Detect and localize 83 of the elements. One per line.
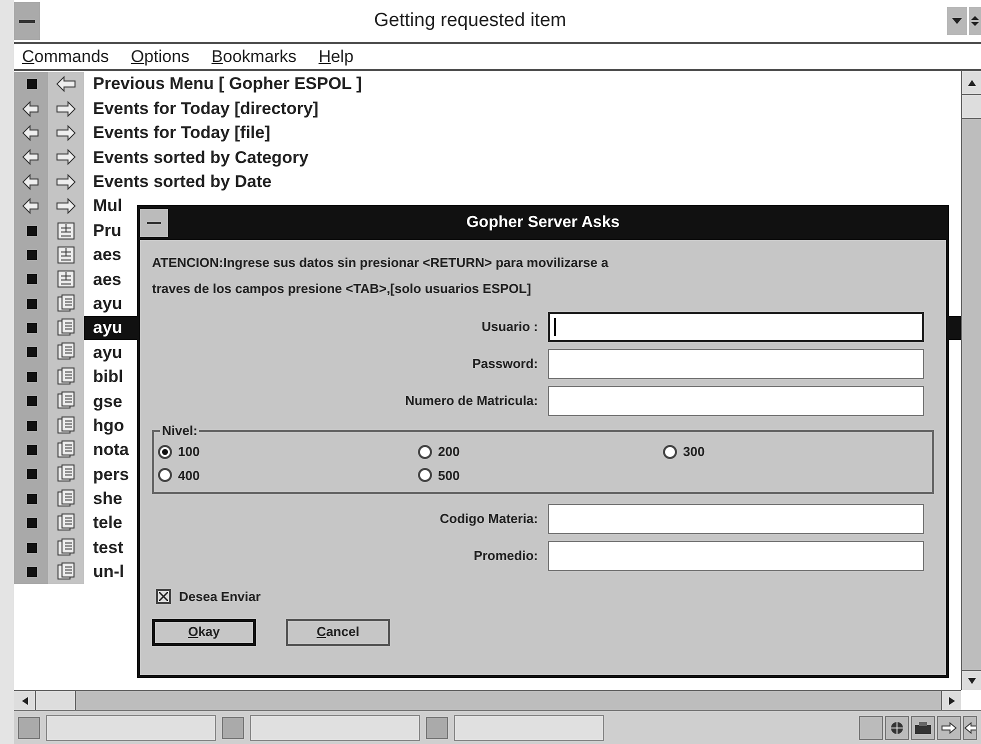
radio-label: 100: [178, 443, 200, 461]
documents-icon: [55, 318, 77, 338]
menu-list-item[interactable]: Events for Today [file]: [84, 120, 961, 146]
control-menu-icon[interactable]: [140, 209, 168, 237]
right-triangle-icon: [948, 696, 954, 704]
input-field[interactable]: [548, 312, 924, 342]
radio-label: 400: [178, 466, 200, 484]
field-label: Password:: [471, 355, 539, 374]
scroll-down-button[interactable]: [962, 670, 981, 690]
documents-icon: [55, 342, 77, 362]
window-title: Getting requested item: [374, 8, 566, 33]
vertical-scrollbar[interactable]: [961, 71, 981, 690]
dialog-button[interactable]: Cancel: [286, 618, 390, 646]
input-field[interactable]: [548, 541, 924, 571]
documents-icon: [55, 366, 77, 387]
document-icon: [55, 220, 77, 241]
scroll-thumb[interactable]: [36, 691, 76, 710]
scroll-up-button[interactable]: [962, 71, 981, 95]
scroll-right-button[interactable]: [941, 691, 961, 710]
field-label: Numero de Matricula:: [404, 392, 539, 410]
left-triangle-icon: [22, 696, 28, 704]
control-menu-icon[interactable]: [14, 2, 40, 40]
field-label: Promedio:: [472, 547, 539, 566]
input-field[interactable]: [548, 386, 924, 416]
right-arrow-icon: [55, 196, 77, 216]
documents-icon: [55, 513, 77, 534]
radio-button[interactable]: [418, 444, 432, 459]
menu-item[interactable]: Bookmarks: [212, 44, 297, 70]
right-arrow-icon: [55, 172, 77, 192]
up-triangle-icon: [968, 80, 976, 86]
checkbox-label: Desea Enviar: [179, 588, 261, 606]
right-arrow-icon: [55, 122, 77, 143]
menu-list-item[interactable]: Events sorted by Category: [84, 145, 961, 170]
right-arrow-icon: [55, 98, 77, 119]
horizontal-scrollbar[interactable]: [14, 690, 961, 710]
status-icon: [222, 716, 244, 738]
documents-icon: [55, 464, 77, 484]
instruction-text: ATENCION:Ingrese sus datos sin presionar <RETURN> para movilizarse a traves de los campos presione <TAB>,[solo usuarios ESPOL]: [152, 254, 610, 298]
left-arrow-icon: [21, 98, 41, 119]
menu-list-item[interactable]: Events for Today [directory]: [84, 96, 961, 121]
radio-button[interactable]: [418, 468, 432, 482]
menu-item[interactable]: Commands: [22, 44, 109, 70]
dialog-button[interactable]: Okay: [152, 618, 256, 646]
menu-list-item[interactable]: Previous Menu [ Gopher ESPOL ]: [84, 72, 961, 96]
documents-icon: [55, 440, 77, 460]
down-triangle-icon: [968, 678, 976, 684]
status-icon: [18, 716, 40, 738]
scroll-thumb[interactable]: [962, 95, 981, 119]
minimize-button[interactable]: [947, 7, 967, 35]
left-arrow-icon: [55, 74, 77, 94]
documents-icon: [55, 391, 77, 412]
input-field[interactable]: [548, 504, 924, 534]
dialog-title: Gopher Server Asks: [465, 213, 621, 233]
scroll-left-button[interactable]: [14, 691, 36, 710]
checkbox[interactable]: [156, 589, 171, 604]
field-label: Usuario :: [480, 318, 539, 336]
documents-icon: [55, 538, 77, 558]
radio-button[interactable]: [663, 444, 677, 459]
left-arrow-icon: [21, 172, 41, 192]
radio-label: 200: [438, 443, 460, 461]
documents-icon: [55, 488, 77, 509]
status-icon: [426, 716, 448, 738]
menu-item[interactable]: Options: [130, 44, 190, 70]
left-arrow-icon: [21, 122, 41, 143]
radio-button[interactable]: [158, 468, 172, 482]
field-label: Codigo Materia:: [438, 510, 539, 528]
down-triangle-icon: [952, 18, 962, 24]
up-down-triangles-icon: [971, 16, 979, 26]
documents-icon: [55, 294, 77, 314]
documents-icon: [55, 562, 77, 582]
document-icon: [55, 244, 77, 265]
right-arrow-icon: [55, 147, 77, 168]
document-icon: [55, 269, 77, 290]
input-field[interactable]: [548, 349, 924, 379]
radio-label: 300: [683, 443, 705, 461]
maximize-button[interactable]: [969, 7, 981, 35]
left-arrow-icon: [21, 147, 41, 168]
left-arrow-icon: [21, 196, 41, 216]
menu-list-item[interactable]: Events sorted by Date: [84, 170, 961, 194]
menu-item[interactable]: Help: [318, 44, 354, 70]
radio-button[interactable]: [158, 444, 172, 459]
radio-label: 500: [438, 466, 460, 484]
documents-icon: [55, 416, 77, 436]
